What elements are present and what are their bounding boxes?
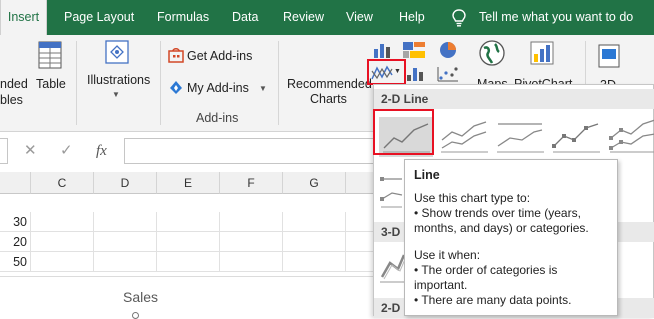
chart-title[interactable]: Sales xyxy=(123,289,158,305)
insert-function-icon[interactable]: fx xyxy=(96,138,107,164)
tab-review[interactable]: Review xyxy=(283,0,324,35)
tab-data[interactable]: Data xyxy=(232,0,258,35)
pie-chart-icon[interactable] xyxy=(437,41,459,59)
scatter-chart-icon[interactable] xyxy=(437,66,459,82)
cell[interactable] xyxy=(94,252,157,272)
tooltip-text: important. xyxy=(414,278,468,292)
table-icon[interactable] xyxy=(38,41,62,69)
statistic-chart-icon[interactable] xyxy=(405,66,427,82)
group-separator xyxy=(76,41,77,125)
cell[interactable] xyxy=(31,212,94,232)
recommended-charts-label-2[interactable]: Charts xyxy=(310,92,347,106)
globe-icon[interactable] xyxy=(478,39,506,67)
selected-thumbnail-highlight xyxy=(373,109,434,155)
stacked-line-markers-option[interactable] xyxy=(605,116,654,158)
column-chart-icon[interactable] xyxy=(372,41,394,59)
cell[interactable] xyxy=(94,212,157,232)
get-addins-button[interactable]: Get Add-ins xyxy=(187,49,252,63)
100-stacked-line-chart-option[interactable] xyxy=(492,116,548,158)
group-separator xyxy=(278,41,279,125)
column-header-f[interactable]: F xyxy=(220,172,283,194)
my-addins-icon xyxy=(170,81,182,94)
tooltip-text: • The order of categories is xyxy=(414,263,558,277)
tab-help[interactable]: Help xyxy=(399,0,425,35)
column-header-g[interactable]: G xyxy=(283,172,346,194)
line-chart-button-highlight xyxy=(367,59,406,85)
cell[interactable] xyxy=(31,232,94,252)
3d-line-chart-option[interactable] xyxy=(378,245,406,285)
tooltip-text: • Show trends over time (years, xyxy=(414,206,581,220)
table-button[interactable]: Table xyxy=(36,77,66,91)
recommended-pivottables-label-2[interactable]: bles xyxy=(0,93,23,107)
ribbon-tab-bar: Insert Page Layout Formulas Data Review … xyxy=(0,0,654,35)
cell[interactable] xyxy=(94,232,157,252)
tab-insert[interactable]: Insert xyxy=(0,0,47,35)
pivotchart-icon[interactable] xyxy=(528,39,556,67)
formula-input[interactable] xyxy=(124,138,380,164)
name-box[interactable] xyxy=(0,138,8,164)
cell[interactable] xyxy=(220,232,283,252)
tooltip-text: Use it when: xyxy=(414,248,481,262)
stacked-100-line-markers-option[interactable] xyxy=(378,171,404,211)
column-header-b[interactable] xyxy=(0,172,31,194)
cell-b2[interactable]: 20 xyxy=(0,232,31,252)
tab-view[interactable]: View xyxy=(346,0,373,35)
my-addins-button[interactable]: My Add-ins xyxy=(187,81,249,95)
cell[interactable] xyxy=(157,212,220,232)
cell[interactable] xyxy=(31,252,94,272)
column-header-c[interactable]: C xyxy=(31,172,94,194)
recommended-charts-button[interactable]: Recommended xyxy=(287,77,372,91)
tooltip-title: Line xyxy=(414,168,440,182)
store-icon xyxy=(168,48,184,63)
tell-me-search[interactable]: Tell me what you want to do xyxy=(479,0,633,35)
stacked-line-chart-option[interactable] xyxy=(436,116,492,158)
cell-b3[interactable]: 50 xyxy=(0,252,31,272)
embedded-chart[interactable]: Sales xyxy=(0,276,380,319)
column-header-d[interactable]: D xyxy=(94,172,157,194)
section-2d-line: 2-D Line xyxy=(374,89,654,109)
recommended-pivottables-label[interactable]: nded xyxy=(0,77,28,91)
line-with-markers-option[interactable] xyxy=(548,116,604,158)
chart-type-tooltip: Line Use this chart type to: • Show tren… xyxy=(404,159,618,316)
illustrations-button[interactable]: Illustrations xyxy=(87,73,150,87)
hierarchy-chart-icon[interactable] xyxy=(402,41,426,59)
group-separator xyxy=(160,41,161,125)
tooltip-text: months, and days) or categories. xyxy=(414,221,589,235)
cell[interactable] xyxy=(157,232,220,252)
column-header-e[interactable]: E xyxy=(157,172,220,194)
chevron-down-icon[interactable]: ▼ xyxy=(259,84,267,93)
illustrations-icon[interactable] xyxy=(104,39,130,65)
3d-map-icon[interactable] xyxy=(597,43,621,69)
enter-icon[interactable]: ✓ xyxy=(60,138,73,164)
cell[interactable] xyxy=(283,212,346,232)
cell[interactable] xyxy=(157,252,220,272)
cell[interactable] xyxy=(220,212,283,232)
cell[interactable] xyxy=(220,252,283,272)
tab-page-layout[interactable]: Page Layout xyxy=(64,0,134,35)
cell[interactable] xyxy=(283,232,346,252)
chevron-down-icon[interactable]: ▼ xyxy=(112,90,120,99)
tab-formulas[interactable]: Formulas xyxy=(157,0,209,35)
cancel-icon[interactable]: ✕ xyxy=(24,138,37,164)
addins-group-label: Add-ins xyxy=(196,111,239,125)
tooltip-text: • There are many data points. xyxy=(414,293,572,307)
tooltip-text: Use this chart type to: xyxy=(414,191,531,205)
cell[interactable] xyxy=(283,252,346,272)
lightbulb-icon xyxy=(452,9,466,27)
cell-b1[interactable]: 30 xyxy=(0,212,31,232)
